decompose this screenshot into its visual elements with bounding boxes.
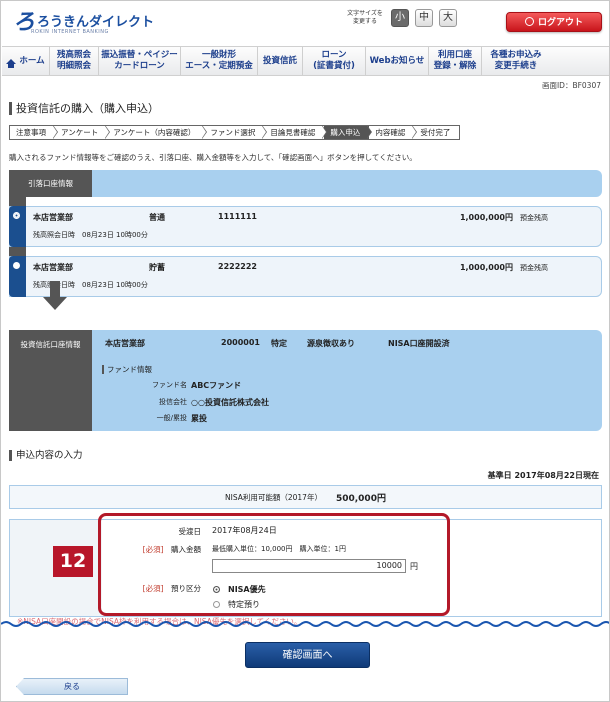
account-radio[interactable] (13, 262, 20, 269)
font-size-large-button[interactable]: 大 (439, 9, 457, 27)
step-number-badge: 12 (53, 546, 93, 577)
logo-subtitle: ROKIN INTERNET BANKING (31, 29, 109, 35)
nav-web-notice[interactable]: Webお知らせ (366, 47, 429, 75)
power-icon (524, 17, 534, 26)
fund-account-label: 投資信託口座情報 (9, 330, 92, 431)
home-icon (6, 58, 17, 68)
step-confirm: 内容確認 (369, 125, 418, 139)
account-row[interactable] (9, 206, 602, 247)
balance-label: 預金残高 (520, 214, 548, 222)
torn-edge (1, 621, 609, 627)
arrow-shaft (50, 281, 60, 297)
global-nav: ホーム 残高照会 明細照会 振込振替・ペイジー カードローン 一般財形 エース・… (2, 46, 609, 76)
step-notice: 注意事項 (10, 125, 58, 139)
fund-withholding: 源泉徴収あり (307, 339, 355, 348)
entry-section-title: 申込内容の入力 (9, 450, 83, 461)
nav-transfer[interactable]: 振込振替・ペイジー カードローン (99, 47, 181, 75)
base-date: 基準日 2017年08月22日現在 (487, 471, 599, 480)
nisa-available-box: NISA利用可能額（2017年） 500,000円 (9, 485, 602, 509)
font-size-medium-button[interactable]: 中 (415, 9, 433, 27)
account-type: 貯蓄 (149, 263, 165, 272)
nisa-available-value: 500,000円 (335, 493, 386, 504)
nav-account-registration[interactable]: 利用口座 登録・解除 (429, 47, 482, 75)
account-number: 1111111 (218, 212, 257, 221)
logout-button[interactable]: ログアウト (506, 12, 602, 32)
fund-name-label: ファンド名 (152, 381, 187, 389)
account-row[interactable] (9, 256, 602, 297)
fund-account-panel (9, 330, 602, 431)
nav-home[interactable]: ホーム (2, 47, 50, 75)
fund-branch: 本店営業部 (105, 339, 145, 348)
fund-info-title: ファンド情報 (102, 365, 152, 374)
fund-company-label: 投信会社 (159, 398, 187, 406)
nav-investment-trust[interactable]: 投資信託 (258, 47, 303, 75)
step-survey-confirm: アンケート（内容確認） (107, 125, 208, 139)
fund-specific: 特定 (271, 339, 287, 348)
screen-id: 画面ID：BF0307 (541, 81, 601, 90)
nav-home-label: ホーム (19, 55, 45, 66)
logo[interactable]: ろ ろうきんダイレクト ROKIN INTERNET BANKING (13, 9, 154, 35)
fund-company-value: ○○投資信託株式会社 (191, 398, 269, 407)
fund-nisa-status: NISA口座開設済 (388, 339, 450, 348)
nav-savings[interactable]: 一般財形 エース・定期預金 (181, 47, 258, 75)
step-survey: アンケート (55, 125, 111, 139)
balance-label: 預金残高 (520, 264, 548, 272)
account-type: 普通 (149, 213, 165, 222)
fund-type-value: 累投 (191, 414, 207, 423)
connector (9, 197, 26, 206)
fund-type-label: 一般/累投 (156, 414, 187, 422)
instruction-text: 購入されるファンド情報等をご確認のうえ、引落口座、購入金額等を入力して、「確認画… (9, 153, 417, 162)
back-button[interactable]: 戻る (16, 678, 128, 695)
nav-applications[interactable]: 各種お申込み 変更手続き (482, 47, 550, 75)
account-branch: 本店営業部 (33, 263, 73, 272)
page-frame: ろ ろうきんダイレクト ROKIN INTERNET BANKING 文字サイズ… (0, 0, 610, 702)
nisa-available-label: NISA利用可能額（2017年） (225, 492, 322, 502)
logout-label: ログアウト (537, 18, 583, 28)
font-size-small-button[interactable]: 小 (391, 9, 409, 27)
fund-name-value: ABCファンド (191, 381, 242, 390)
account-balance: 1,000,000円 (459, 263, 513, 272)
logo-text: ろうきんダイレクト (37, 14, 155, 30)
fund-account-number: 2000001 (221, 338, 260, 347)
page-title: 投資信託の購入（購入申込） (9, 102, 159, 115)
step-purchase: 購入申込 (324, 125, 373, 139)
withdrawal-label: 引落口座情報 (9, 170, 92, 197)
highlight-frame (98, 513, 450, 616)
font-size-label: 文字サイズを 変更する (347, 10, 383, 25)
step-prospectus: 目論見書確認 (264, 125, 328, 139)
nav-loan[interactable]: ローン (証書貸付) (303, 47, 366, 75)
nav-balance[interactable]: 残高照会 明細照会 (50, 47, 99, 75)
step-complete: 受付完了 (414, 126, 460, 139)
inquiry-time: 残高照会日時 08月23日 10時00分 (33, 231, 148, 239)
connector (9, 247, 26, 256)
account-branch: 本店営業部 (33, 213, 73, 222)
down-arrow-icon (43, 297, 67, 310)
step-fund-select: ファンド選択 (204, 125, 268, 139)
withdrawal-band (9, 170, 602, 197)
account-balance: 1,000,000円 (459, 213, 513, 222)
step-indicator: 注意事項 アンケート アンケート（内容確認） ファンド選択 目論見書確認 購入申… (9, 125, 461, 140)
account-radio-selected[interactable] (13, 212, 20, 219)
account-number: 2222222 (218, 262, 257, 271)
confirm-button[interactable]: 確認画面へ (245, 642, 370, 668)
